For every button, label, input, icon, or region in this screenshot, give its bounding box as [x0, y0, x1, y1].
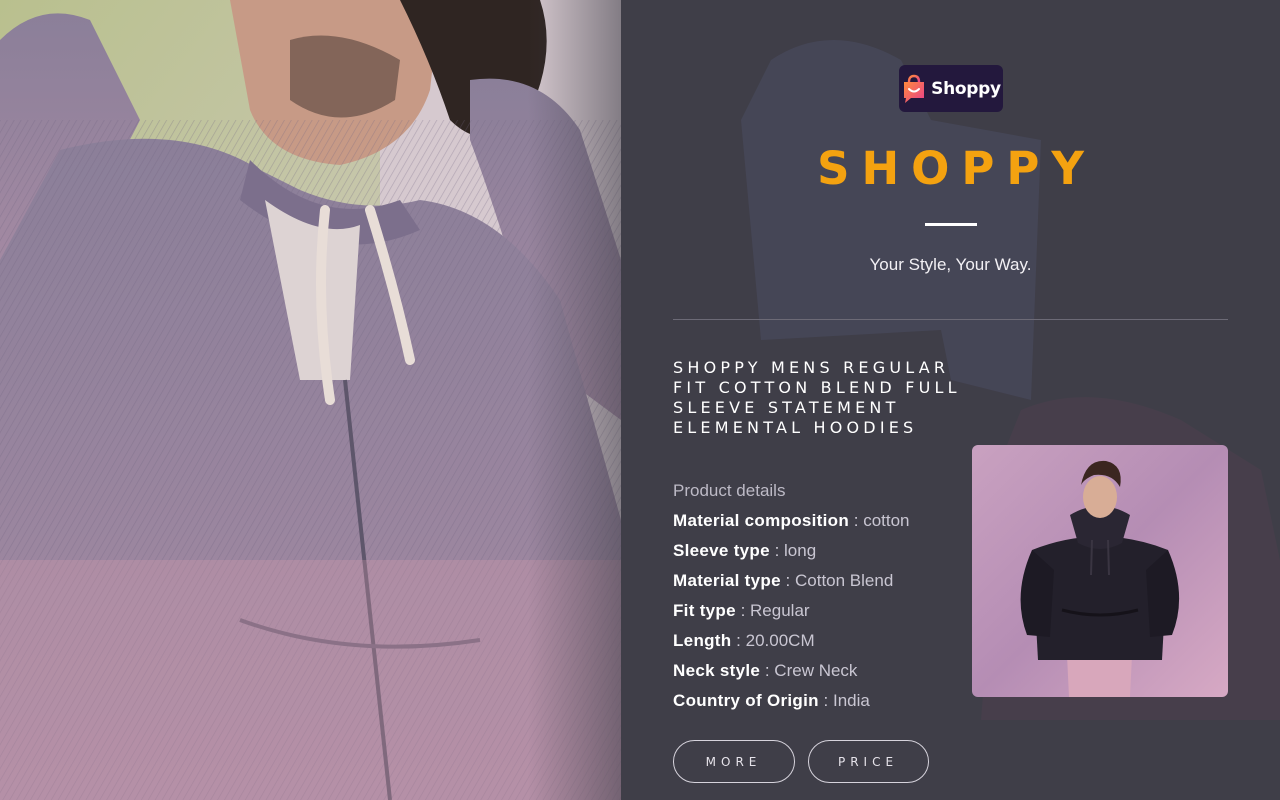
detail-label: Length — [673, 631, 732, 650]
detail-row-length: Length : 20.00CM — [673, 628, 963, 658]
more-button[interactable]: MORE — [673, 740, 795, 783]
hero-model-illustration — [0, 0, 621, 800]
shopping-bag-chat-icon — [904, 74, 925, 103]
price-button[interactable]: PRICE — [808, 740, 929, 783]
detail-value: long — [784, 541, 817, 560]
detail-value: Crew Neck — [774, 661, 858, 680]
product-panel: Shoppy SHOPPY Your Style, Your Way. SHOP… — [621, 0, 1280, 800]
product-details: Product details Material composition : c… — [673, 478, 963, 718]
product-details-heading: Product details — [673, 481, 786, 500]
detail-row-material-composition: Material composition : cotton — [673, 508, 963, 538]
logo-text: Shoppy — [931, 78, 1001, 99]
product-model-illustration — [1020, 460, 1180, 697]
detail-row-country-of-origin: Country of Origin : India — [673, 688, 963, 718]
brand-tagline: Your Style, Your Way. — [869, 255, 1032, 274]
detail-label: Sleeve type — [673, 541, 770, 560]
title-underline — [925, 223, 977, 226]
section-divider — [673, 319, 1228, 320]
product-name: SHOPPY MENS REGULAR FIT COTTON BLEND FUL… — [673, 358, 961, 437]
detail-label: Material composition — [673, 511, 850, 530]
detail-label: Country of Origin — [673, 691, 819, 710]
detail-value: Cotton Blend — [795, 571, 894, 590]
detail-row-sleeve-type: Sleeve type : long — [673, 538, 963, 568]
detail-label: Material type — [673, 571, 781, 590]
hero-image — [0, 0, 621, 800]
product-thumbnail[interactable] — [972, 445, 1228, 697]
detail-value: India — [832, 691, 870, 710]
detail-separator: : — [760, 661, 775, 680]
detail-row-neck-style: Neck style : Crew Neck — [673, 658, 963, 688]
detail-separator: : — [735, 601, 751, 620]
detail-value: Regular — [750, 601, 810, 620]
detail-separator: : — [769, 541, 785, 560]
detail-value: 20.00CM — [745, 631, 815, 650]
detail-separator: : — [780, 571, 795, 590]
detail-value: cotton — [863, 511, 910, 530]
detail-row-fit-type: Fit type : Regular — [673, 598, 963, 628]
shoppy-logo[interactable]: Shoppy — [899, 65, 1003, 112]
detail-separator: : — [731, 631, 746, 650]
detail-separator: : — [849, 511, 864, 530]
detail-label: Fit type — [673, 601, 736, 620]
detail-row-material-type: Material type : Cotton Blend — [673, 568, 963, 598]
detail-separator: : — [818, 691, 833, 710]
brand-title: SHOPPY — [817, 142, 1096, 195]
detail-label: Neck style — [673, 661, 761, 680]
